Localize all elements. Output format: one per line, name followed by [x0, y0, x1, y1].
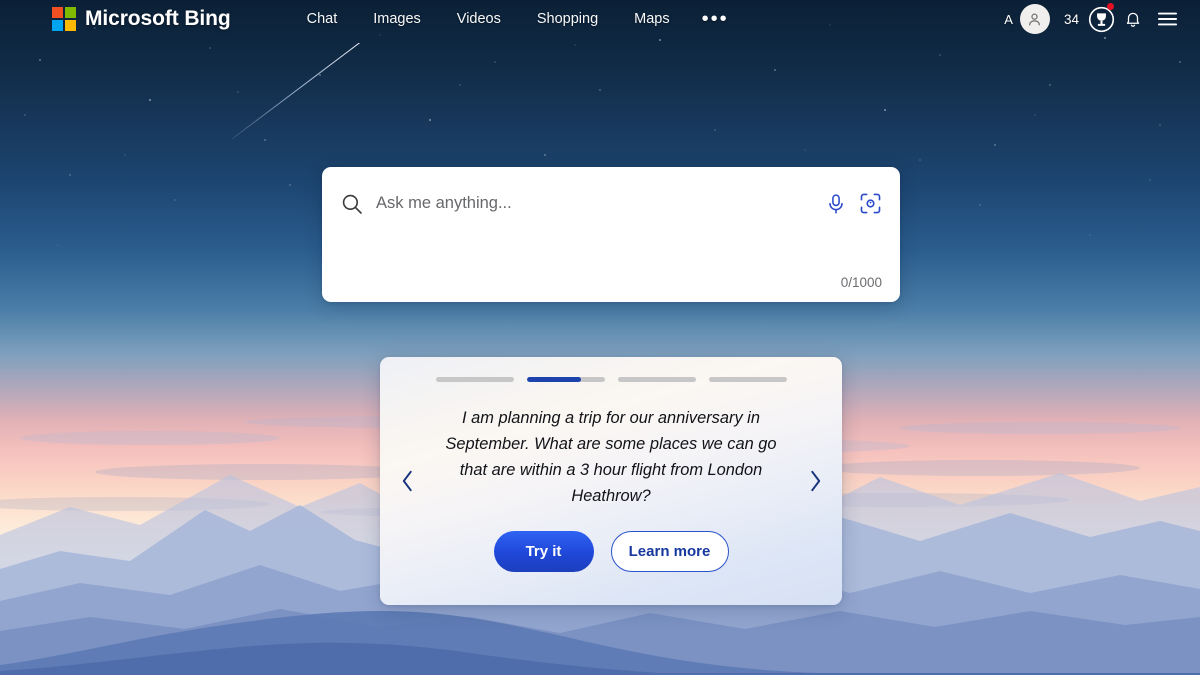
- character-counter: 0/1000: [840, 275, 882, 290]
- learn-more-button[interactable]: Learn more: [610, 531, 729, 572]
- nav-overflow-icon[interactable]: •••: [688, 9, 743, 29]
- microsoft-logo-icon: [52, 7, 76, 31]
- carousel-progress-segment-2[interactable]: [526, 377, 605, 382]
- chevron-left-icon: [402, 470, 412, 492]
- search-icon: [340, 192, 364, 216]
- rewards-notification-dot: [1107, 3, 1114, 10]
- prompt-text: I am planning a trip for our anniversary…: [445, 409, 777, 505]
- carousel-prev-button[interactable]: [394, 464, 420, 498]
- prompt-carousel-card: I am planning a trip for our anniversary…: [380, 357, 842, 605]
- carousel-progress-segment-1[interactable]: [435, 377, 514, 382]
- card-actions: Try it Learn more: [380, 531, 842, 572]
- nav-item-shopping[interactable]: Shopping: [519, 7, 616, 31]
- nav-item-images[interactable]: Images: [355, 7, 439, 31]
- search-actions: [826, 192, 882, 215]
- hamburger-icon: [1157, 12, 1177, 26]
- microphone-icon: [829, 193, 843, 214]
- brand-logo-link[interactable]: Microsoft Bing: [52, 7, 231, 31]
- search-input[interactable]: Ask me anything...: [376, 194, 826, 213]
- header-actions: A 34: [1004, 3, 1184, 34]
- microphone-button[interactable]: [826, 193, 846, 215]
- nav-item-maps[interactable]: Maps: [616, 7, 687, 31]
- avatar[interactable]: [1019, 4, 1050, 34]
- visual-search-button[interactable]: [859, 192, 882, 215]
- site-header: Microsoft Bing Chat Images Videos Shoppi…: [0, 0, 1200, 38]
- camera-lens-icon: [860, 193, 881, 214]
- bell-icon: [1126, 12, 1140, 27]
- rewards-button[interactable]: [1086, 3, 1116, 34]
- nav-item-videos[interactable]: Videos: [439, 7, 519, 31]
- notifications-button[interactable]: [1116, 4, 1150, 34]
- carousel-progress: [380, 357, 842, 382]
- bing-homepage: Microsoft Bing Chat Images Videos Shoppi…: [0, 0, 1200, 675]
- search-box[interactable]: Ask me anything... 0/1000: [322, 167, 900, 302]
- carousel-progress-segment-3[interactable]: [617, 377, 696, 382]
- carousel-progress-segment-4[interactable]: [708, 377, 787, 382]
- chevron-right-icon: [810, 470, 820, 492]
- person-icon: [1029, 13, 1041, 25]
- search-box-top-row: Ask me anything...: [322, 167, 900, 223]
- try-it-button[interactable]: Try it: [493, 531, 594, 572]
- brand-name: Microsoft Bing: [85, 7, 231, 30]
- nav-item-chat[interactable]: Chat: [289, 7, 356, 31]
- primary-nav: Chat Images Videos Shopping Maps •••: [289, 7, 743, 31]
- carousel-next-button[interactable]: [802, 464, 828, 498]
- rewards-points[interactable]: 34: [1064, 12, 1079, 27]
- account-initial: A: [1004, 11, 1013, 27]
- hamburger-menu-button[interactable]: [1150, 4, 1184, 34]
